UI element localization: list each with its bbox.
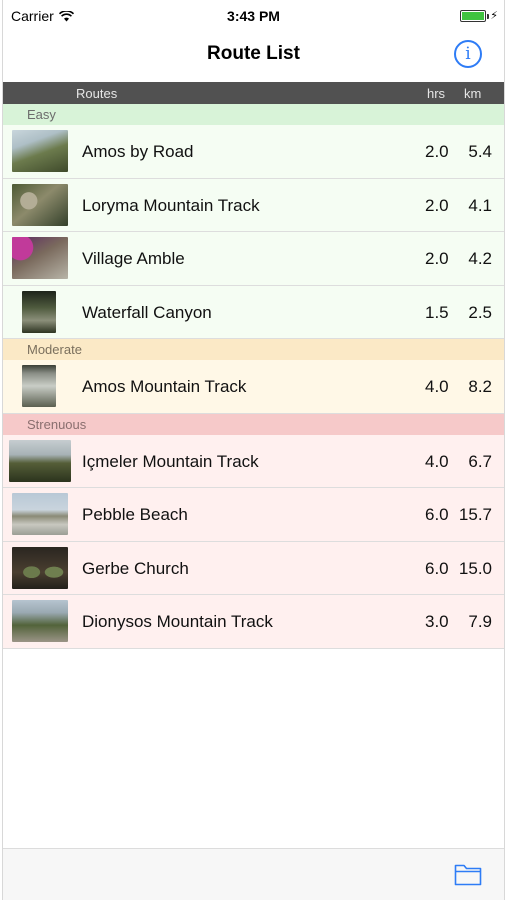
battery-icon	[460, 9, 490, 22]
column-hrs: hrs	[427, 86, 446, 101]
route-hours: 2.0	[425, 249, 449, 268]
route-hours: 4.0	[425, 377, 449, 396]
battery-indicator: ⚡	[460, 9, 498, 22]
route-row[interactable]: Waterfall Canyon 1.5 2.5	[3, 285, 504, 339]
route-hours: 2.0	[425, 142, 449, 161]
route-distance: 15.7	[458, 505, 492, 524]
route-distance: 2.5	[468, 302, 492, 322]
section-easy: Easy Amos by Road 2.0 5.4 Loryma Mountai…	[3, 104, 504, 339]
route-photo	[12, 130, 68, 172]
route-row[interactable]: Amos Mountain Track 4.0 8.2	[3, 360, 504, 414]
column-km: km	[464, 86, 482, 101]
route-photo	[12, 546, 68, 589]
route-name: Içmeler Mountain Track	[82, 451, 259, 471]
route-photo	[22, 365, 56, 407]
route-name: Amos by Road	[82, 142, 194, 161]
route-photo	[12, 237, 68, 279]
route-row[interactable]: Village Amble 2.0 4.2	[3, 232, 504, 286]
folder-button[interactable]	[454, 862, 482, 886]
route-name: Village Amble	[82, 249, 185, 268]
route-distance: 15.0	[458, 558, 492, 578]
route-name: Amos Mountain Track	[82, 377, 247, 396]
navigation-bar: Route List i	[3, 32, 504, 80]
route-hours: 6.0	[425, 558, 449, 578]
page-title: Route List	[207, 43, 300, 64]
route-photo	[22, 290, 56, 333]
route-photo	[12, 183, 68, 226]
route-hours: 6.0	[425, 505, 449, 524]
route-distance: 7.9	[468, 612, 492, 631]
route-name: Loryma Mountain Track	[82, 195, 260, 215]
bottom-toolbar	[3, 848, 504, 900]
status-bar: Carrier 3:43 PM ⚡	[3, 0, 504, 32]
route-distance: 4.1	[468, 195, 492, 215]
app-screen: Carrier 3:43 PM ⚡ Route List i Routes hr…	[2, 0, 505, 900]
route-name: Dionysos Mountain Track	[82, 612, 273, 631]
route-row[interactable]: Gerbe Church 6.0 15.0	[3, 541, 504, 595]
route-distance: 4.2	[468, 249, 492, 268]
status-time: 3:43 PM	[227, 8, 280, 24]
info-button[interactable]: i	[454, 40, 482, 68]
route-distance: 6.7	[468, 451, 492, 471]
info-icon: i	[465, 44, 471, 64]
route-photo	[12, 493, 68, 535]
route-name: Gerbe Church	[82, 558, 189, 578]
charging-icon: ⚡	[490, 10, 498, 22]
route-row[interactable]: Pebble Beach 6.0 15.7	[3, 488, 504, 542]
section-strenuous: Strenuous Içmeler Mountain Track 4.0 6.7…	[3, 413, 504, 649]
column-routes: Routes	[76, 86, 118, 101]
route-distance: 8.2	[468, 377, 492, 396]
route-distance: 5.4	[468, 142, 492, 161]
route-row[interactable]: Loryma Mountain Track 2.0 4.1	[3, 178, 504, 232]
section-header-strenuous: Strenuous	[3, 413, 504, 435]
route-photo	[12, 600, 68, 642]
route-row[interactable]: Amos by Road 2.0 5.4	[3, 125, 504, 179]
column-header: Routes hrs km	[3, 82, 504, 104]
route-table: Easy Amos by Road 2.0 5.4 Loryma Mountai…	[3, 104, 504, 649]
section-header-easy: Easy	[3, 104, 504, 125]
route-row[interactable]: Dionysos Mountain Track 3.0 7.9	[3, 595, 504, 649]
route-name: Waterfall Canyon	[82, 302, 212, 322]
route-name: Pebble Beach	[82, 505, 188, 524]
section-header-moderate: Moderate	[3, 339, 504, 360]
route-row[interactable]: Içmeler Mountain Track 4.0 6.7	[3, 434, 504, 488]
route-photo	[9, 439, 71, 482]
route-hours: 2.0	[425, 195, 449, 215]
route-hours: 1.5	[425, 302, 449, 322]
route-hours: 4.0	[425, 451, 449, 471]
folder-icon	[454, 864, 482, 886]
route-hours: 3.0	[425, 612, 449, 631]
section-moderate: Moderate Amos Mountain Track 4.0 8.2	[3, 339, 504, 414]
